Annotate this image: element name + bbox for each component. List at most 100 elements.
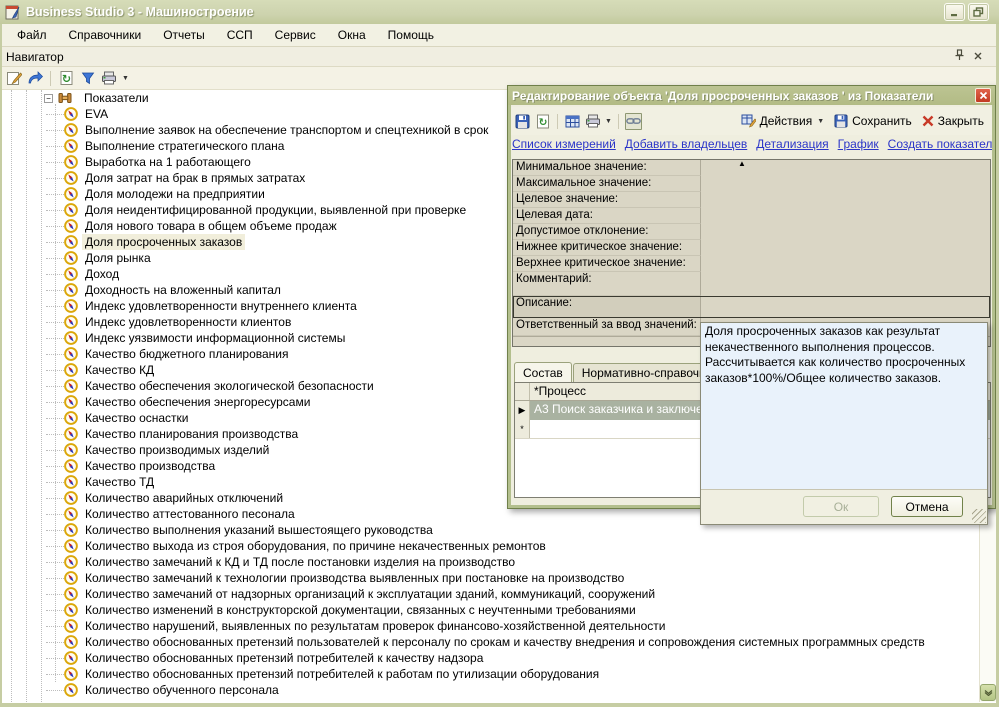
link-icon[interactable] <box>625 113 642 130</box>
tree-item-label: Доля затрат на брак в прямых затратах <box>82 170 308 186</box>
tree-item[interactable]: Количество изменений в конструкторской д… <box>2 602 980 618</box>
indicator-icon <box>64 379 78 393</box>
tree-item-label: Индекс удовлетворенности внутреннего кли… <box>82 298 360 314</box>
description-textarea[interactable]: Доля просроченных заказов как результат … <box>701 323 987 490</box>
dialog-link[interactable]: Список измерений <box>512 137 616 151</box>
edit-icon[interactable] <box>5 70 22 87</box>
toolbar-separator <box>557 114 558 129</box>
tab-Состав[interactable]: Состав <box>514 362 572 382</box>
tree-item-label: Качество производства <box>82 458 218 474</box>
dialog-link[interactable]: Создать показатели за пер <box>888 137 992 151</box>
popup-button-bar: Ок Отмена <box>701 489 987 524</box>
tree-guide-line <box>11 90 12 702</box>
tree-item-label: Доля неидентифицированной продукции, выя… <box>82 202 469 218</box>
window-border-bottom <box>0 703 999 707</box>
tree-item[interactable]: Количество обоснованных претензий потреб… <box>2 650 980 666</box>
indicators-folder-icon <box>57 91 73 105</box>
form-row-label: Верхнее критическое значение: <box>513 256 701 272</box>
close-button[interactable]: Закрыть <box>917 112 989 130</box>
indicator-icon <box>64 651 78 665</box>
indicator-icon <box>64 347 78 361</box>
form-row: Комментарий: <box>513 272 990 296</box>
indicator-icon <box>64 459 78 473</box>
dialog-link[interactable]: Детализация <box>756 137 828 151</box>
save-icon[interactable] <box>514 113 531 130</box>
menu-item-Сервис[interactable]: Сервис <box>264 25 327 45</box>
restore-button[interactable] <box>968 3 989 21</box>
indicator-icon <box>64 395 78 409</box>
tree-item[interactable]: Количество замечаний к технологии произв… <box>2 570 980 586</box>
menu-item-Файл[interactable]: Файл <box>6 25 58 45</box>
row-marker: * <box>515 420 530 438</box>
indicator-icon <box>64 267 78 281</box>
tree-item-label: Доход <box>82 266 122 282</box>
indicator-icon <box>64 587 78 601</box>
menu-item-ССП[interactable]: ССП <box>216 25 264 45</box>
scroll-up-indicator[interactable]: ▲ <box>738 160 746 168</box>
form-row-label: Ответственный за ввод значений: <box>513 318 701 336</box>
refresh-icon[interactable]: ↻ <box>58 70 75 87</box>
table-icon[interactable] <box>564 113 581 130</box>
indicator-icon <box>64 635 78 649</box>
menu-item-Окна[interactable]: Окна <box>327 25 377 45</box>
indicator-icon <box>64 171 78 185</box>
actions-label: Действия <box>760 114 813 128</box>
tree-item[interactable]: Количество обоснованных претензий пользо… <box>2 634 980 650</box>
filter-icon[interactable] <box>79 70 96 87</box>
indicator-icon <box>64 315 78 329</box>
indicator-icon <box>64 475 78 489</box>
go-arrow-icon[interactable] <box>26 70 43 87</box>
tree-item-label: Доля нового товара в общем объеме продаж <box>82 218 340 234</box>
expander-minus[interactable]: − <box>44 94 53 103</box>
tree-item[interactable]: Количество замечаний от надзорных органи… <box>2 586 980 602</box>
save-button[interactable]: Сохранить <box>829 112 917 130</box>
menu-item-Отчеты[interactable]: Отчеты <box>152 25 215 45</box>
minimize-button[interactable] <box>944 3 965 21</box>
window-titlebar: Business Studio 3 - Машиностроение <box>0 0 999 24</box>
form-row-label: Описание: <box>513 296 701 318</box>
tree-item[interactable]: Количество обоснованных претензий потреб… <box>2 666 980 682</box>
print-icon[interactable] <box>100 70 117 87</box>
dialog-titlebar: Редактирование объекта 'Доля просроченны… <box>508 86 995 105</box>
resize-grip[interactable] <box>972 509 986 523</box>
indicator-icon <box>64 283 78 297</box>
tree-item[interactable]: Количество выхода из строя оборудования,… <box>2 538 980 554</box>
indicator-icon <box>64 395 78 409</box>
tree-item-label: Доля рынка <box>82 250 154 266</box>
indicator-icon <box>64 107 78 121</box>
ok-button[interactable]: Ок <box>803 496 879 517</box>
dialog-link[interactable]: Добавить владельцев <box>625 137 747 151</box>
window-buttons <box>944 3 995 21</box>
window-title: Business Studio 3 - Машиностроение <box>26 5 254 19</box>
menu-item-Справочники[interactable]: Справочники <box>58 25 153 45</box>
actions-button[interactable]: Действия ▼ <box>736 112 830 130</box>
tree-item-label: Количество аварийных отключений <box>82 490 286 506</box>
print-dropdown-caret[interactable]: ▼ <box>122 75 129 82</box>
close-panel-icon[interactable] <box>973 50 983 64</box>
tree-item[interactable]: Количество обученного персонала <box>2 682 980 698</box>
print-dropdown-caret[interactable]: ▼ <box>605 118 612 125</box>
close-x-icon <box>922 115 934 127</box>
cancel-button[interactable]: Отмена <box>891 496 963 517</box>
form-row: Описание: <box>513 296 990 318</box>
indicator-icon <box>64 523 78 537</box>
tree-item-label: Количество обоснованных претензий потреб… <box>82 666 602 682</box>
indicator-icon <box>64 539 78 553</box>
dialog-link[interactable]: График <box>838 137 879 151</box>
print-icon[interactable] <box>584 113 601 130</box>
indicator-icon <box>64 427 78 441</box>
scroll-down-button[interactable] <box>980 684 996 701</box>
menu-item-Помощь[interactable]: Помощь <box>377 25 445 45</box>
indicator-icon <box>64 523 78 537</box>
row-marker: ▶ <box>515 401 530 420</box>
indicators-folder-icon <box>57 91 73 105</box>
indicator-icon <box>64 267 78 281</box>
refresh-icon[interactable]: ↻ <box>534 113 551 130</box>
property-grid: ▲ Минимальное значение:Максимальное знач… <box>512 159 991 347</box>
navigator-caption-bar: Навигатор <box>0 47 999 67</box>
tree-item[interactable]: Количество нарушений, выявленных по резу… <box>2 618 980 634</box>
pin-icon[interactable] <box>954 49 965 64</box>
tree-item-label: Количество замечаний к технологии произв… <box>82 570 627 586</box>
tree-item[interactable]: Количество замечаний к КД и ТД после пос… <box>2 554 980 570</box>
dialog-close-button[interactable] <box>975 88 991 103</box>
